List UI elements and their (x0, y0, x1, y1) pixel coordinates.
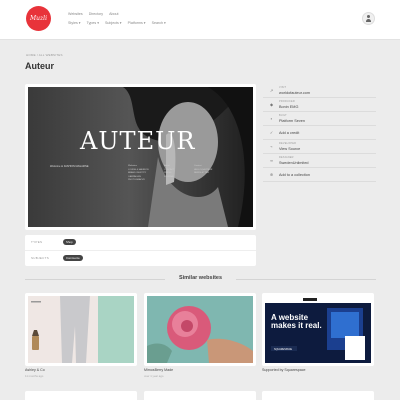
similar-card-5[interactable] (144, 391, 256, 400)
types-row: TYPES Shop (25, 235, 256, 250)
platform-icon: ▪ (270, 116, 273, 121)
ad-brand: SQUARESPACE (274, 347, 293, 351)
nav-about[interactable]: About (109, 12, 118, 16)
hero-menu-col-2: About CONTACT PRESS JOURNAL (164, 165, 175, 178)
secondary-nav: Styles ▾ Types ▾ Subjects ▾ Platforms ▾ … (68, 21, 166, 25)
nav-directory[interactable]: Directory (89, 12, 103, 16)
similar-header: Similar websites (25, 275, 376, 283)
site-logo[interactable]: Muzli (26, 6, 51, 31)
top-header: Muzli Websites Directory About Styles ▾ … (0, 0, 400, 40)
similar-card-3[interactable]: A website makes it real. SQUARESPACE (262, 293, 374, 366)
similar-card-1[interactable] (25, 293, 137, 366)
code-icon: ⌁ (270, 144, 273, 149)
agency-icon: ◆ (269, 102, 274, 107)
check-icon: ✓ (269, 130, 274, 135)
visit-url-row[interactable]: ↗ VISIT worldofauteur.com (263, 84, 376, 98)
add-collection-row[interactable]: ⊕ Add to a collection (263, 168, 376, 182)
similar-name-3[interactable]: Supported by Squarespace (262, 368, 306, 372)
link-icon: ↗ (269, 88, 274, 93)
user-icon[interactable] (362, 12, 375, 25)
similar-card-2[interactable] (144, 293, 256, 366)
platform-row[interactable]: ▪ BUILT Platform Seven (263, 112, 376, 126)
similar-card-6[interactable] (262, 391, 374, 400)
hero-menu-col-3: Contact HELLO@AUTEUR NEWSLETTER (194, 165, 213, 174)
producer-row[interactable]: ◆ PRODUCER Bonin EMG (263, 98, 376, 112)
hero-photo (28, 87, 253, 227)
nav-search[interactable]: Search ▾ (152, 21, 166, 25)
designer-row[interactable]: ∞ DESIGNER SwedenUnlimited (263, 154, 376, 168)
nav-websites[interactable]: Websites (68, 12, 83, 16)
similar-card-4[interactable] (25, 391, 137, 400)
bookmark-icon: ⊕ (269, 172, 274, 177)
view-source-row[interactable]: ⌁ DEVELOPER View Source (263, 140, 376, 154)
hero-menu-col-1: Websites LOUISE & MAURICE BRAND IDENTITY CA… (128, 165, 149, 181)
link-chain-icon: ∞ (270, 158, 273, 163)
similar-thumb-3[interactable]: A website makes it real. SQUARESPACE (265, 296, 371, 363)
similar-meta-1: 11 months ago (25, 374, 44, 378)
subjects-row: SUBJECTS Commerce (25, 250, 256, 265)
type-chip[interactable]: Shop (63, 239, 76, 245)
nav-subjects[interactable]: Subjects ▾ (105, 21, 122, 25)
similar-name-2[interactable]: MimosBerry Made (144, 368, 173, 372)
meta-card: TYPES Shop SUBJECTS Commerce (25, 235, 256, 266)
similar-title: Similar websites (178, 275, 223, 281)
page-title: Auteur (25, 61, 54, 71)
similar-thumb-1[interactable] (28, 296, 134, 363)
hero-title: AUTEUR (80, 127, 196, 155)
nav-types[interactable]: Types ▾ (87, 21, 99, 25)
similar-meta-2: over 1 year ago (144, 374, 164, 378)
primary-nav: Websites Directory About (68, 12, 119, 16)
add-credit-row[interactable]: ✓ Add a credit (263, 126, 376, 140)
hero-card: AUTEUR Welcome to FASHION MAGAZINE Websi… (25, 84, 256, 230)
nav-styles[interactable]: Styles ▾ (68, 21, 81, 25)
nav-platforms[interactable]: Platforms ▾ (128, 21, 146, 25)
hero-tagline: Welcome to FASHION MAGAZINE (50, 165, 89, 168)
ad-headline: A website makes it real. (271, 313, 322, 330)
similar-thumb-2[interactable] (147, 296, 253, 363)
similar-name-1[interactable]: Ashley & Co (25, 368, 45, 372)
details-sidebar: ↗ VISIT worldofauteur.com ◆ PRODUCER Bon… (263, 84, 376, 182)
breadcrumb[interactable]: HOME / ALL WEBSITES (26, 53, 63, 57)
subject-chip[interactable]: Commerce (63, 255, 83, 261)
hero-screenshot[interactable]: AUTEUR Welcome to FASHION MAGAZINE Websi… (28, 87, 253, 227)
